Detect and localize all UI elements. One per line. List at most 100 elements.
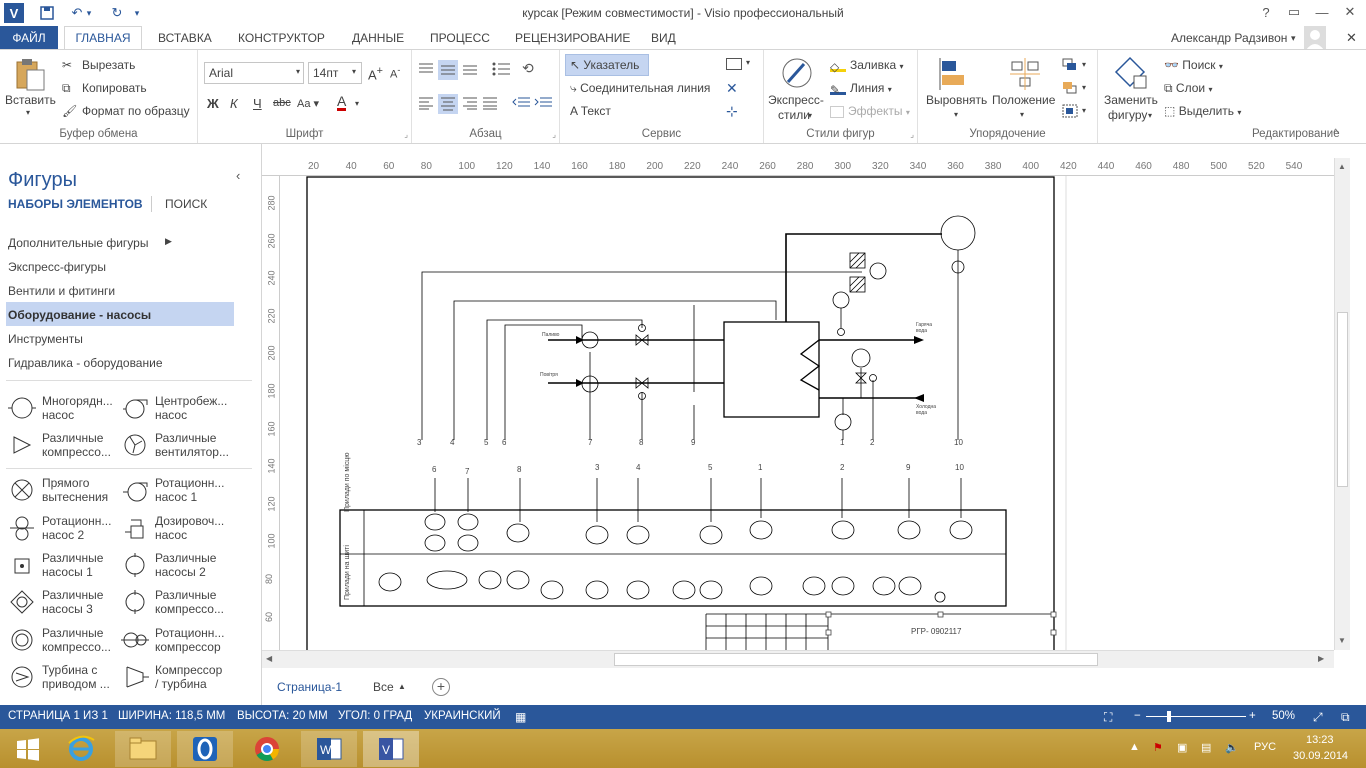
visio-taskbar-icon[interactable]: V (363, 731, 419, 767)
status-page[interactable]: СТРАНИЦА 1 ИЗ 1 (8, 710, 108, 722)
presentation-mode-icon[interactable]: ⛶ (1104, 710, 1112, 725)
change-shape-icon[interactable] (1114, 56, 1148, 93)
ribbon-display-icon[interactable]: ▭ (1280, 0, 1308, 24)
tray-overflow-icon[interactable]: ▲ (1129, 741, 1140, 753)
windows-start-icon[interactable] (0, 731, 56, 767)
shape-dosing-pump[interactable]: Дозировоч... насос (121, 514, 224, 542)
shape-compressor-turbine[interactable]: Компрессор / турбина (121, 663, 222, 691)
quick-styles-icon[interactable] (780, 56, 814, 90)
shape-pumps-3[interactable]: Различные насосы 3 (8, 588, 103, 616)
shape-multistage-pump[interactable]: Многорядн... насос (8, 394, 113, 422)
position-icon[interactable] (1010, 58, 1040, 93)
tab-home[interactable]: ГЛАВНАЯ (64, 26, 142, 50)
tray-flag-icon[interactable]: ⚑ (1153, 741, 1163, 754)
align-left-icon[interactable] (418, 96, 434, 113)
shape-compressors-3[interactable]: Различные компрессо... (8, 626, 111, 654)
delete-connector-icon[interactable]: ✕ (726, 80, 738, 97)
add-page-icon[interactable]: + (432, 678, 450, 696)
quick-styles-label[interactable]: Экспресс- (768, 93, 824, 107)
avatar[interactable] (1304, 26, 1326, 50)
tab-process[interactable]: ПРОЦЕСС (420, 26, 500, 50)
align-center-icon[interactable] (438, 94, 458, 114)
vertical-scrollbar[interactable]: ▲ ▼ (1334, 158, 1350, 650)
font-name-input[interactable]: Arial (204, 62, 304, 84)
cut-button[interactable]: ✂ Вырезать (62, 58, 135, 74)
tab-design[interactable]: КОНСТРУКТОР (228, 26, 335, 50)
align-middle-icon[interactable] (438, 60, 458, 80)
all-pages-tab[interactable]: Все (373, 680, 394, 694)
grow-font-icon[interactable]: A+ (368, 65, 383, 82)
font-color-dropdown-icon[interactable]: ▾ (355, 99, 359, 108)
zoom-level[interactable]: 50% (1272, 710, 1295, 722)
bring-forward-dropdown-icon[interactable]: ▾ (1082, 60, 1086, 69)
tab-data[interactable]: ДАННЫЕ (342, 26, 414, 50)
copy-button[interactable]: ⧉ Копировать (62, 81, 147, 97)
effects-button[interactable]: Эффекты ▾ (830, 104, 910, 118)
text-direction-icon[interactable]: ⟲ (522, 60, 534, 77)
stencil-valves[interactable]: Вентили и фитинги (8, 284, 115, 298)
shape-rotary-pump-1[interactable]: Ротационн... насос 1 (121, 476, 224, 504)
group-dropdown-icon[interactable]: ▾ (1082, 106, 1086, 115)
position-button[interactable]: Положение (992, 93, 1055, 107)
close-doc-button[interactable]: ✕ (1346, 30, 1357, 46)
tray-time[interactable]: 13:23 (1306, 734, 1334, 746)
text-tool[interactable]: A Текст (570, 104, 611, 118)
shape-centrifugal-pump[interactable]: Центробеж... насос (121, 394, 227, 422)
chrome-icon[interactable] (239, 731, 295, 767)
shape-compressors-1[interactable]: Различные компрессо... (8, 431, 111, 459)
shape-tool-dropdown-icon[interactable]: ▾ (746, 58, 750, 67)
minimize-button[interactable]: — (1308, 0, 1336, 24)
scroll-right-icon[interactable]: ▶ (1318, 654, 1324, 663)
font-dialog-launcher-icon[interactable]: ⌟ (404, 130, 408, 139)
send-backward-icon[interactable] (1062, 81, 1078, 98)
find-button[interactable]: 👓 Поиск ▾ (1164, 58, 1223, 72)
more-shapes-arrow-icon[interactable]: ▶ (165, 236, 172, 247)
scroll-up-icon[interactable]: ▲ (1338, 162, 1346, 171)
group-shapes-icon[interactable] (1062, 104, 1078, 121)
position-dropdown-icon[interactable]: ▾ (1020, 110, 1024, 119)
decrease-indent-icon[interactable] (512, 96, 530, 113)
layers-button[interactable]: ⧉ Слои ▾ (1164, 81, 1212, 96)
switch-windows-icon[interactable]: ⧉ (1341, 710, 1350, 725)
file-explorer-icon[interactable] (115, 731, 171, 767)
stamp-text[interactable]: РГР- 0902117 (911, 627, 961, 636)
font-size-dropdown-icon[interactable]: ▾ (352, 67, 356, 76)
tab-stencils[interactable]: НАБОРЫ ЭЛЕМЕНТОВ (8, 197, 143, 211)
pointer-tool[interactable]: ↖ Указатель (570, 58, 639, 72)
drawing-canvas[interactable]: 3 4 5 6 7 8 9 1 2 10 Паливо Повітря Гаря… (280, 176, 1334, 650)
horizontal-scroll-thumb[interactable] (614, 653, 1098, 666)
ruler-vertical[interactable]: 280 260 240 220 200 180 160 140 120 100 80 60 (262, 176, 280, 650)
shrink-font-icon[interactable]: A- (390, 65, 400, 81)
ruler-horizontal[interactable]: 20 40 60 80 100 120 140 160 180 200 220 240 260 280 30… (262, 158, 1334, 176)
tray-volume-icon[interactable]: 🔈 (1225, 741, 1239, 754)
align-right-icon[interactable] (462, 96, 478, 113)
shape-fans[interactable]: Различные вентилятор... (121, 431, 229, 459)
ie-icon[interactable] (53, 731, 109, 767)
stencil-hydraulics[interactable]: Гидравлика - оборудование (8, 356, 163, 370)
paragraph-dialog-launcher-icon[interactable]: ⌟ (552, 130, 556, 139)
quick-styles-dropdown-icon[interactable]: ▾ (808, 111, 812, 120)
horizontal-scrollbar[interactable]: ◀ ▶ (262, 650, 1334, 668)
connection-point-icon[interactable]: ⊹ (726, 103, 738, 120)
align-top-icon[interactable] (418, 62, 434, 79)
zoom-in-icon[interactable]: + (1249, 710, 1256, 722)
tab-review[interactable]: РЕЦЕНЗИРОВАНИЕ (505, 26, 640, 50)
all-pages-dropdown-icon[interactable]: ▲ (398, 682, 406, 691)
stencil-instruments[interactable]: Инструменты (8, 332, 83, 346)
tab-insert[interactable]: ВСТАВКА (148, 26, 222, 50)
font-color-icon[interactable]: A (337, 94, 347, 111)
stencil-quick-shapes[interactable]: Экспресс-фигуры (8, 260, 106, 274)
opera-icon[interactable] (177, 731, 233, 767)
zoom-out-icon[interactable]: − (1134, 710, 1141, 722)
shape-pumps-1[interactable]: Различные насосы 1 (8, 551, 103, 579)
change-shape-dropdown-icon[interactable]: ▾ (1148, 111, 1152, 120)
collapse-ribbon-icon[interactable]: ^ (1333, 128, 1338, 139)
vertical-scroll-thumb[interactable] (1337, 312, 1348, 487)
align-dropdown-icon[interactable]: ▾ (954, 110, 958, 119)
bring-forward-icon[interactable] (1062, 58, 1078, 75)
collapse-panel-icon[interactable]: ‹ (236, 168, 240, 183)
bullets-icon[interactable] (492, 62, 510, 79)
shape-rotary-compressor[interactable]: Ротационн... компрессор (121, 626, 224, 654)
shape-pumps-2[interactable]: Различные насосы 2 (121, 551, 216, 579)
stencil-pumps[interactable]: Оборудование - насосы (8, 308, 151, 322)
